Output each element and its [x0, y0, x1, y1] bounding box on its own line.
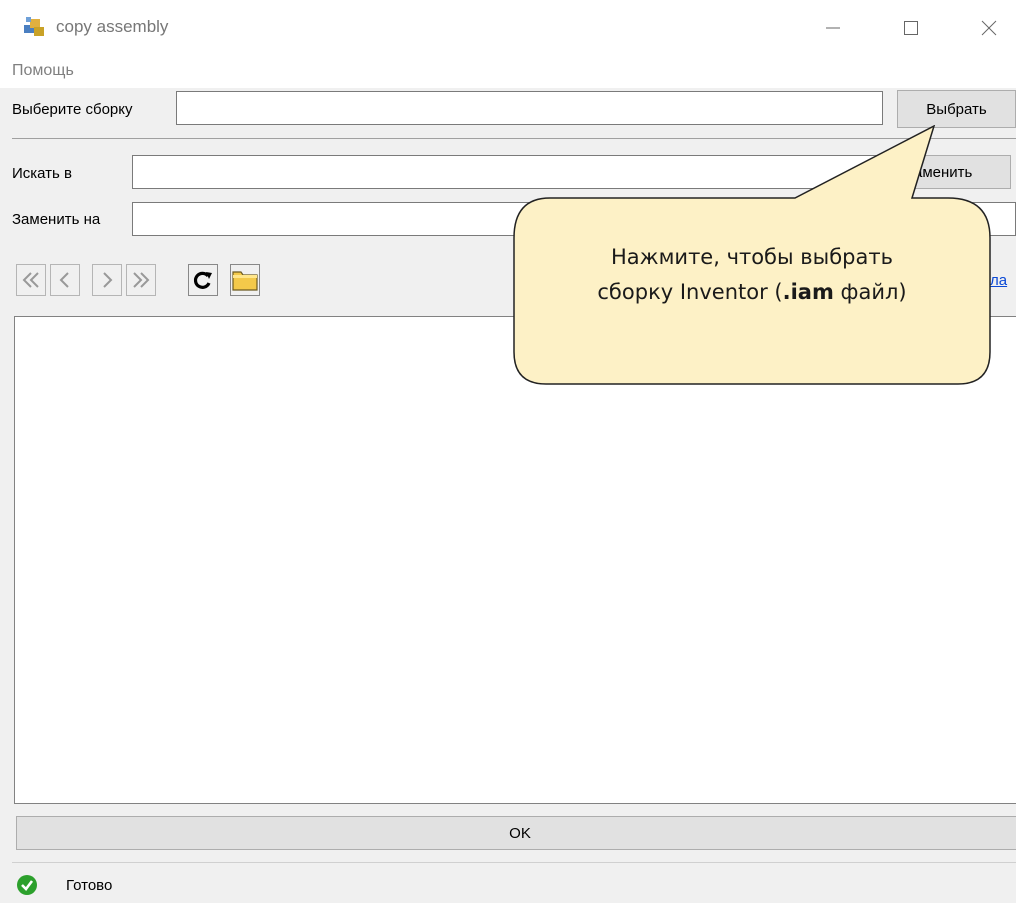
last-button[interactable]	[126, 264, 156, 296]
app-icon	[24, 17, 44, 36]
check-circle-icon	[17, 875, 37, 895]
status-separator	[12, 862, 1016, 863]
window-title: copy assembly	[56, 17, 169, 36]
status-text: Готово	[66, 877, 113, 894]
folder-icon	[232, 271, 258, 291]
assembly-path-input[interactable]	[176, 91, 883, 125]
assembly-label: Выберите сборку	[12, 101, 133, 118]
chevron-left-icon	[59, 272, 69, 288]
minimize-button[interactable]	[810, 8, 856, 48]
first-button[interactable]	[16, 264, 46, 296]
callout-line-2-prefix: сборку Inventor (	[597, 280, 783, 304]
refresh-icon	[193, 271, 212, 289]
previous-button[interactable]	[50, 264, 80, 296]
close-icon	[981, 20, 997, 36]
open-folder-button[interactable]	[230, 264, 260, 296]
callout-line-2-bold: .iam	[782, 280, 834, 304]
search-label: Искать в	[12, 165, 73, 182]
callout-line-1: Нажмите, чтобы выбрать	[611, 245, 893, 269]
menu-help[interactable]: Помощь	[12, 62, 74, 80]
chevron-right-icon	[103, 272, 113, 288]
replace-label: Заменить на	[12, 211, 101, 228]
double-chevron-left-icon	[22, 272, 39, 288]
minimize-icon	[826, 27, 840, 29]
maximize-icon	[904, 21, 918, 35]
refresh-button[interactable]	[188, 264, 218, 296]
callout-line-2-suffix: файл)	[833, 280, 907, 304]
menu-bar	[0, 58, 1016, 88]
callout-line-2: сборку Inventor (.iam файл)	[514, 275, 990, 310]
callout-text: Нажмите, чтобы выбрать сборку Inventor (…	[514, 240, 990, 310]
close-button[interactable]	[966, 8, 1012, 48]
next-button[interactable]	[92, 264, 122, 296]
select-assembly-button[interactable]: Выбрать	[897, 90, 1016, 128]
double-chevron-right-icon	[133, 272, 150, 288]
ok-button[interactable]: OK	[16, 816, 1016, 850]
maximize-button[interactable]	[888, 8, 934, 48]
